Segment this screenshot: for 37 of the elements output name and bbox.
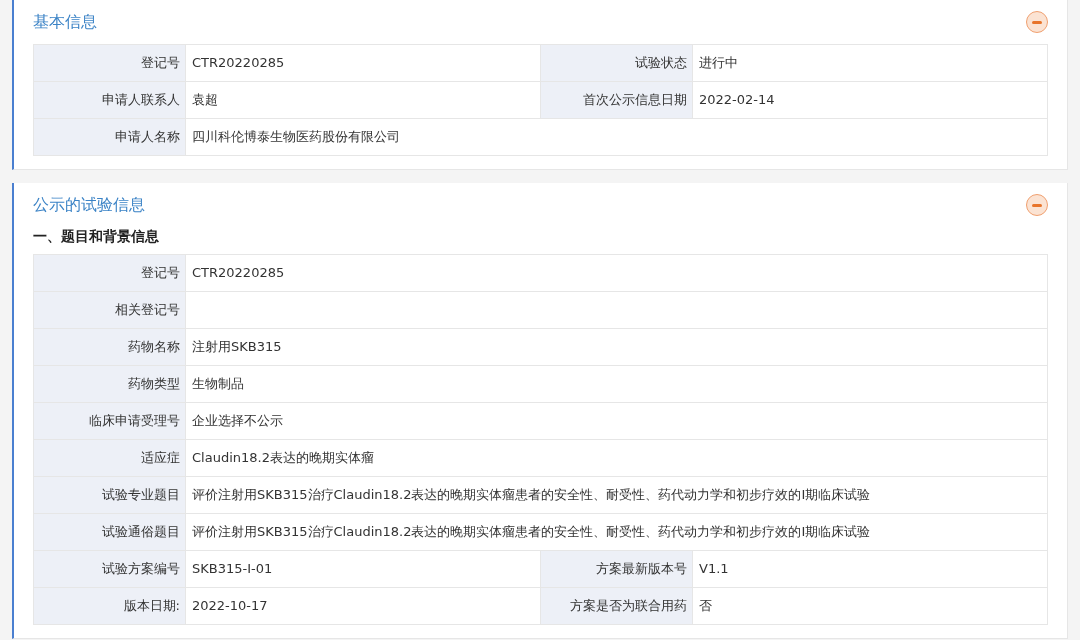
field-label: 试验状态 — [541, 45, 693, 82]
subsection-heading: 一、题目和背景信息 — [33, 226, 159, 246]
field-value: 否 — [693, 588, 1048, 625]
field-label: 登记号 — [34, 255, 186, 292]
field-label: 版本日期: — [34, 588, 186, 625]
field-value: 2022-10-17 — [186, 588, 541, 625]
section-title: 基本信息 — [33, 11, 97, 33]
field-label: 试验专业题目 — [34, 477, 186, 514]
field-value: SKB315-I-01 — [186, 551, 541, 588]
field-value: 2022-02-14 — [693, 82, 1048, 119]
field-value: CTR20220285 — [186, 45, 541, 82]
collapse-button[interactable] — [1026, 194, 1048, 216]
field-label: 药物名称 — [34, 329, 186, 366]
field-value: 进行中 — [693, 45, 1048, 82]
field-label: 方案最新版本号 — [541, 551, 693, 588]
field-value: 注射用SKB315 — [186, 329, 1048, 366]
field-value: 袁超 — [186, 82, 541, 119]
field-label: 临床申请受理号 — [34, 403, 186, 440]
field-value: 企业选择不公示 — [186, 403, 1048, 440]
field-value: CTR20220285 — [186, 255, 1048, 292]
field-label: 申请人联系人 — [34, 82, 186, 119]
field-label: 方案是否为联合用药 — [541, 588, 693, 625]
field-label: 申请人名称 — [34, 119, 186, 156]
field-value: 四川科伦博泰生物医药股份有限公司 — [186, 119, 1048, 156]
field-value: 生物制品 — [186, 366, 1048, 403]
field-label: 相关登记号 — [34, 292, 186, 329]
field-label: 首次公示信息日期 — [541, 82, 693, 119]
field-label: 药物类型 — [34, 366, 186, 403]
field-value: V1.1 — [693, 551, 1048, 588]
section-title: 公示的试验信息 — [33, 194, 145, 216]
field-label: 试验方案编号 — [34, 551, 186, 588]
field-value: 评价注射用SKB315治疗Claudin18.2表达的晚期实体瘤患者的安全性、耐受性、药代动力学和初步疗效的I期临床试验 — [186, 477, 1048, 514]
field-value: Claudin18.2表达的晚期实体瘤 — [186, 440, 1048, 477]
field-label: 登记号 — [34, 45, 186, 82]
field-label: 适应症 — [34, 440, 186, 477]
collapse-button[interactable] — [1026, 11, 1048, 33]
field-label: 试验通俗题目 — [34, 514, 186, 551]
